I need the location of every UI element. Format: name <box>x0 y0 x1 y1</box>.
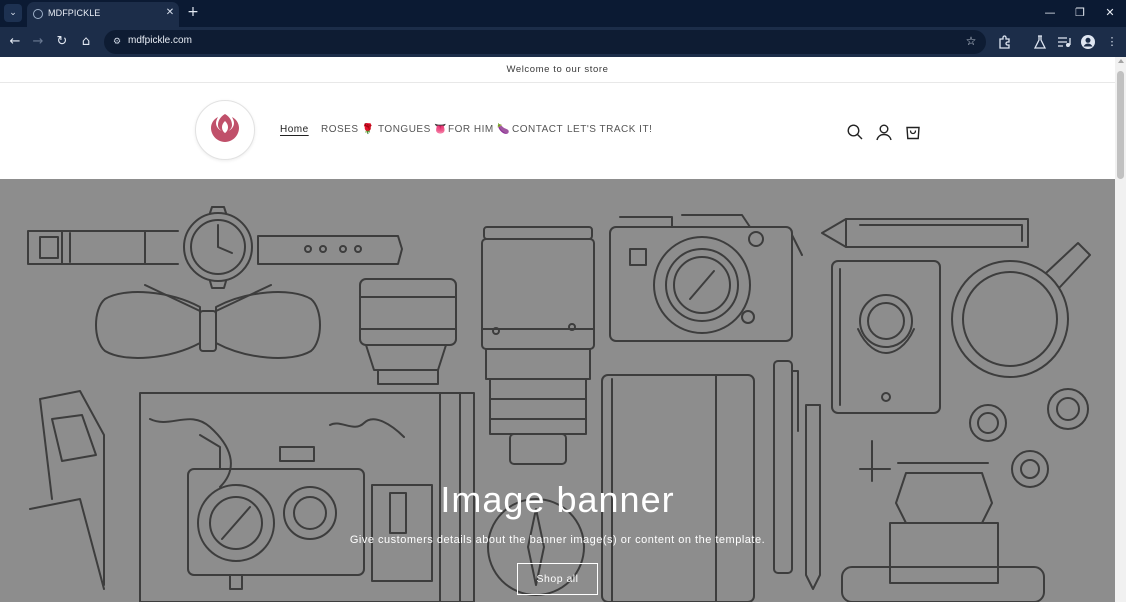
more-menu-icon[interactable]: ⋮ <box>1104 34 1120 50</box>
search-icon[interactable] <box>846 123 864 141</box>
account-icon[interactable] <box>875 123 893 141</box>
cart-icon[interactable] <box>904 123 922 141</box>
image-banner: Image banner Give customers details abou… <box>0 179 1115 602</box>
telephoto-lens-icon <box>481 226 595 465</box>
site-header: Home ROSES 🌹 TONGUES 👅 FOR HIM 🍆 CONTACT… <box>0 83 1115 179</box>
watch-icon <box>27 206 403 289</box>
extensions-icon[interactable] <box>997 34 1013 50</box>
site-info-icon[interactable]: ⚙ <box>111 36 123 48</box>
browser-tab[interactable]: MDFPICKLE ✕ <box>27 2 179 27</box>
nav-roses-link[interactable]: ROSES 🌹 <box>321 124 375 135</box>
lens-icon <box>359 278 457 385</box>
restore-button[interactable]: ❐ <box>1073 6 1087 20</box>
url-text[interactable]: mdfpickle.com <box>128 35 192 46</box>
camera-body-icon <box>841 440 1045 602</box>
home-button[interactable]: ⌂ <box>77 33 95 51</box>
new-tab-button[interactable]: + <box>186 5 200 19</box>
bookmark-star-icon[interactable]: ☆ <box>964 34 978 48</box>
bow-tie-icon <box>95 284 321 359</box>
frying-pan-icon <box>951 242 1091 378</box>
camera-icon <box>609 214 803 342</box>
reload-button[interactable]: ↻ <box>53 33 71 51</box>
profile-icon[interactable] <box>1080 34 1096 50</box>
pen-icon <box>773 360 821 590</box>
banner-title: Image banner <box>440 479 675 520</box>
tab-title: MDFPICKLE <box>48 8 101 18</box>
address-bar[interactable]: ⚙ mdfpickle.com ☆ <box>104 30 986 54</box>
nav-home-link[interactable]: Home <box>280 124 309 135</box>
browser-toolbar: ← → ↻ ⌂ ⚙ mdfpickle.com ☆ ⋮ <box>0 27 1126 57</box>
nav-contact-link[interactable]: CONTACT <box>512 124 563 135</box>
announcement-bar: Welcome to our store <box>0 57 1115 83</box>
tab-search-icon[interactable]: ⌄ <box>4 4 22 22</box>
nav-track-link[interactable]: LET'S TRACK IT! <box>567 124 652 135</box>
tab-close-button[interactable]: ✕ <box>164 7 176 19</box>
window-close-button[interactable]: ✕ <box>1103 6 1117 20</box>
pencil-icon <box>821 218 1029 248</box>
passport-icon <box>831 260 941 414</box>
buttons-icon <box>969 388 1089 488</box>
nav-tongues-link[interactable]: TONGUES 👅 <box>378 124 447 135</box>
forward-button[interactable]: → <box>29 33 47 51</box>
scroll-up-arrow-icon[interactable] <box>1118 59 1124 63</box>
banner-description: Give customers details about the banner … <box>349 534 766 546</box>
labs-icon[interactable] <box>1032 34 1048 50</box>
minimize-button[interactable]: — <box>1043 6 1057 20</box>
globe-icon <box>33 9 43 19</box>
browser-tab-strip: ⌄ MDFPICKLE ✕ + — ❐ ✕ <box>0 0 1126 27</box>
store-page: Welcome to our store Home ROSES 🌹 TONGUE… <box>0 57 1115 602</box>
scroll-thumb[interactable] <box>1117 71 1124 179</box>
rose-logo-icon[interactable] <box>195 100 255 160</box>
media-control-icon[interactable] <box>1056 34 1072 50</box>
shop-all-button[interactable]: Shop all <box>517 563 598 595</box>
page-scrollbar[interactable] <box>1115 57 1126 602</box>
back-button[interactable]: ← <box>6 33 24 51</box>
nav-for-him-link[interactable]: FOR HIM 🍆 <box>448 124 510 135</box>
